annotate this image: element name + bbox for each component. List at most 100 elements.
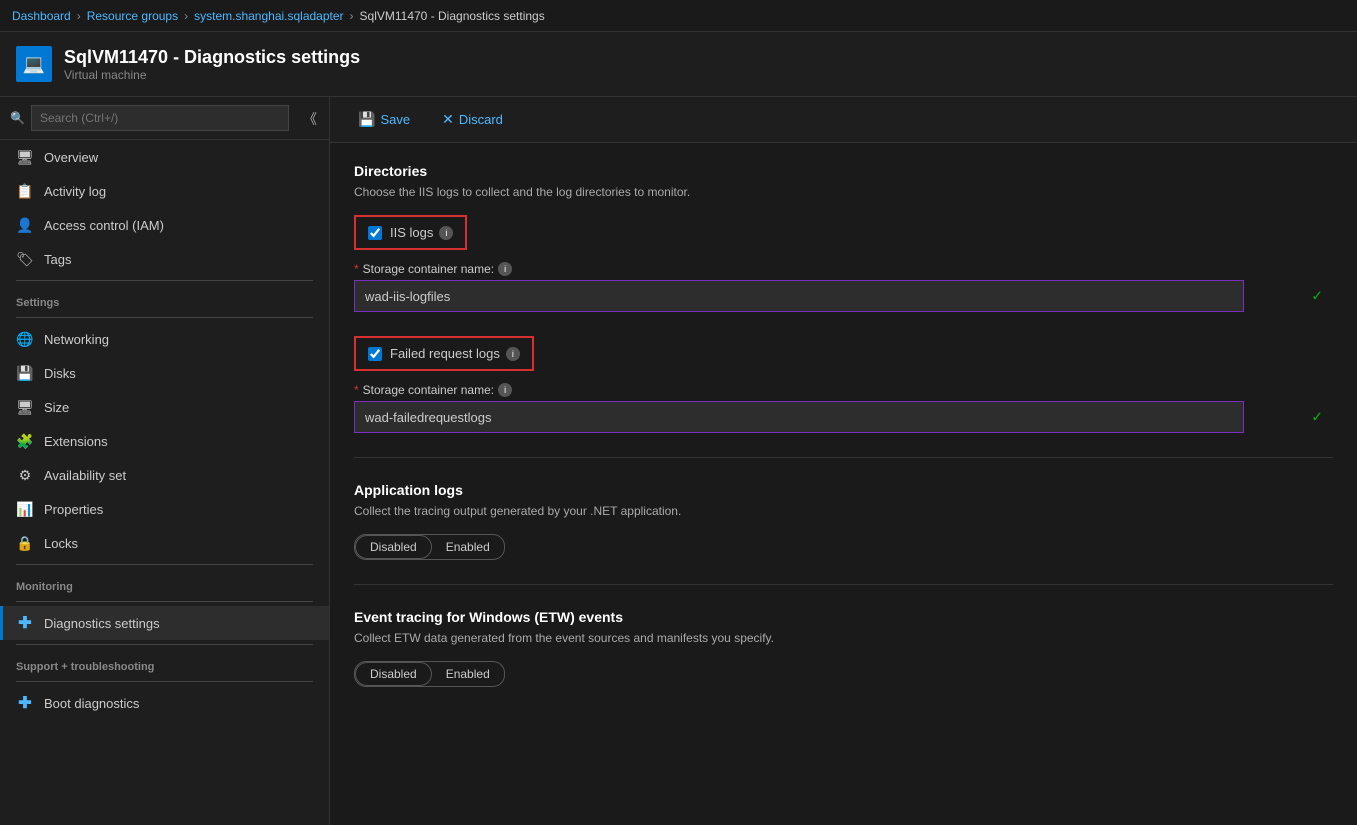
main-layout: 🔍 《 🖥 Overview 📋 Activity log 👤 Access c… xyxy=(0,97,1357,825)
breadcrumb-current: SqlVM11470 - Diagnostics settings xyxy=(360,9,545,23)
directories-description: Choose the IIS logs to collect and the l… xyxy=(354,185,1333,199)
iis-logs-card: IIS logs i xyxy=(354,215,467,250)
content-toolbar: 💾 Save ✕ Discard xyxy=(330,97,1357,143)
content-area: 💾 Save ✕ Discard Directories Choose the … xyxy=(330,97,1357,825)
failed-request-storage-info-icon[interactable]: i xyxy=(498,383,512,397)
sidebar-divider-6 xyxy=(16,681,313,682)
sidebar-collapse-button[interactable]: 《 xyxy=(299,105,321,133)
sidebar-item-boot-diagnostics[interactable]: ✚ Boot diagnostics xyxy=(0,686,329,720)
failed-request-storage-input[interactable] xyxy=(354,401,1244,433)
page-title: SqlVM11470 - Diagnostics settings xyxy=(64,47,360,68)
monitoring-section-label: Monitoring xyxy=(0,569,329,597)
app-logs-title: Application logs xyxy=(354,482,1333,498)
sidebar-item-iam[interactable]: 👤 Access control (IAM) xyxy=(0,208,329,242)
etw-toggle: Disabled Enabled xyxy=(354,661,505,687)
iis-logs-info-icon[interactable]: i xyxy=(439,226,453,240)
section-separator-2 xyxy=(354,584,1333,585)
sidebar-item-networking[interactable]: 🌐 Networking xyxy=(0,322,329,356)
sidebar-item-label: Overview xyxy=(44,150,98,165)
support-section-label: Support + troubleshooting xyxy=(0,649,329,677)
required-star: * xyxy=(354,262,359,276)
app-logs-toggle: Disabled Enabled xyxy=(354,534,505,560)
etw-description: Collect ETW data generated from the even… xyxy=(354,631,1333,645)
extensions-icon: 🧩 xyxy=(16,432,34,450)
failed-request-logs-card: Failed request logs i xyxy=(354,336,534,371)
etw-disabled-btn[interactable]: Disabled xyxy=(355,662,432,686)
app-logs-enabled-btn[interactable]: Enabled xyxy=(432,535,504,559)
sidebar-item-label: Networking xyxy=(44,332,109,347)
search-input[interactable] xyxy=(31,105,289,131)
sidebar-item-label: Properties xyxy=(44,502,103,517)
iis-logs-checkbox[interactable] xyxy=(368,226,382,240)
save-icon: 💾 xyxy=(358,111,375,128)
page-subtitle: Virtual machine xyxy=(64,68,360,82)
diagnostics-icon: ✚ xyxy=(16,614,34,632)
failed-request-storage-label: * Storage container name: i xyxy=(354,383,1333,397)
failed-request-logs-checkbox[interactable] xyxy=(368,347,382,361)
sidebar-item-label: Boot diagnostics xyxy=(44,696,139,711)
sidebar-item-activity-log[interactable]: 📋 Activity log xyxy=(0,174,329,208)
disks-icon: 💾 xyxy=(16,364,34,382)
discard-icon: ✕ xyxy=(442,111,454,128)
discard-label: Discard xyxy=(459,112,503,127)
section-separator-1 xyxy=(354,457,1333,458)
failed-request-logs-label: Failed request logs i xyxy=(390,346,520,361)
sidebar-item-label: Availability set xyxy=(44,468,126,483)
save-label: Save xyxy=(380,112,410,127)
sidebar-item-disks[interactable]: 💾 Disks xyxy=(0,356,329,390)
sidebar-item-locks[interactable]: 🔒 Locks xyxy=(0,526,329,560)
networking-icon: 🌐 xyxy=(16,330,34,348)
sidebar-item-tags[interactable]: 🏷 Tags xyxy=(0,242,329,276)
sidebar-item-label: Disks xyxy=(44,366,76,381)
iam-icon: 👤 xyxy=(16,216,34,234)
save-button[interactable]: 💾 Save xyxy=(350,107,418,132)
app-logs-description: Collect the tracing output generated by … xyxy=(354,504,1333,518)
failed-request-storage-field: * Storage container name: i ✓ xyxy=(354,383,1333,433)
page-title-block: SqlVM11470 - Diagnostics settings Virtua… xyxy=(64,47,360,82)
search-bar: 🔍 xyxy=(0,97,329,140)
failed-request-info-icon[interactable]: i xyxy=(506,347,520,361)
sidebar-item-label: Locks xyxy=(44,536,78,551)
sidebar-item-overview[interactable]: 🖥 Overview xyxy=(0,140,329,174)
vm-icon: 💻 xyxy=(16,46,52,82)
breadcrumb-sep1: › xyxy=(77,9,81,23)
sidebar-item-properties[interactable]: 📊 Properties xyxy=(0,492,329,526)
sidebar: 🔍 《 🖥 Overview 📋 Activity log 👤 Access c… xyxy=(0,97,330,825)
sidebar-divider-1 xyxy=(16,280,313,281)
settings-section-label: Settings xyxy=(0,285,329,313)
sidebar-divider-2 xyxy=(16,317,313,318)
breadcrumb-resource-groups[interactable]: Resource groups xyxy=(87,9,178,23)
breadcrumb-dashboard[interactable]: Dashboard xyxy=(12,9,71,23)
sidebar-item-extensions[interactable]: 🧩 Extensions xyxy=(0,424,329,458)
iis-storage-field: * Storage container name: i ✓ xyxy=(354,262,1333,312)
etw-title: Event tracing for Windows (ETW) events xyxy=(354,609,1333,625)
etw-enabled-btn[interactable]: Enabled xyxy=(432,662,504,686)
iis-storage-input[interactable] xyxy=(354,280,1244,312)
sidebar-divider-4 xyxy=(16,601,313,602)
sidebar-item-size[interactable]: 🖥 Size xyxy=(0,390,329,424)
sidebar-item-diagnostics[interactable]: ✚ Diagnostics settings xyxy=(0,606,329,640)
sidebar-item-availability-set[interactable]: ⚙ Availability set xyxy=(0,458,329,492)
sidebar-item-label: Activity log xyxy=(44,184,106,199)
sidebar-divider-3 xyxy=(16,564,313,565)
availability-set-icon: ⚙ xyxy=(16,466,34,484)
discard-button[interactable]: ✕ Discard xyxy=(434,107,511,132)
size-icon: 🖥 xyxy=(16,398,34,416)
sidebar-divider-5 xyxy=(16,644,313,645)
sidebar-item-label: Access control (IAM) xyxy=(44,218,164,233)
sidebar-item-label: Diagnostics settings xyxy=(44,616,160,631)
iis-logs-label: IIS logs i xyxy=(390,225,453,240)
iis-storage-input-wrapper: ✓ xyxy=(354,280,1333,312)
locks-icon: 🔒 xyxy=(16,534,34,552)
app-logs-disabled-btn[interactable]: Disabled xyxy=(355,535,432,559)
directories-title: Directories xyxy=(354,163,1333,179)
breadcrumb-system[interactable]: system.shanghai.sqladapter xyxy=(194,9,343,23)
page-header: 💻 SqlVM11470 - Diagnostics settings Virt… xyxy=(0,32,1357,97)
breadcrumb: Dashboard › Resource groups › system.sha… xyxy=(0,0,1357,32)
breadcrumb-sep3: › xyxy=(350,9,354,23)
iis-storage-info-icon[interactable]: i xyxy=(498,262,512,276)
required-star-2: * xyxy=(354,383,359,397)
activity-log-icon: 📋 xyxy=(16,182,34,200)
failed-request-storage-input-wrapper: ✓ xyxy=(354,401,1333,433)
boot-diagnostics-icon: ✚ xyxy=(16,694,34,712)
